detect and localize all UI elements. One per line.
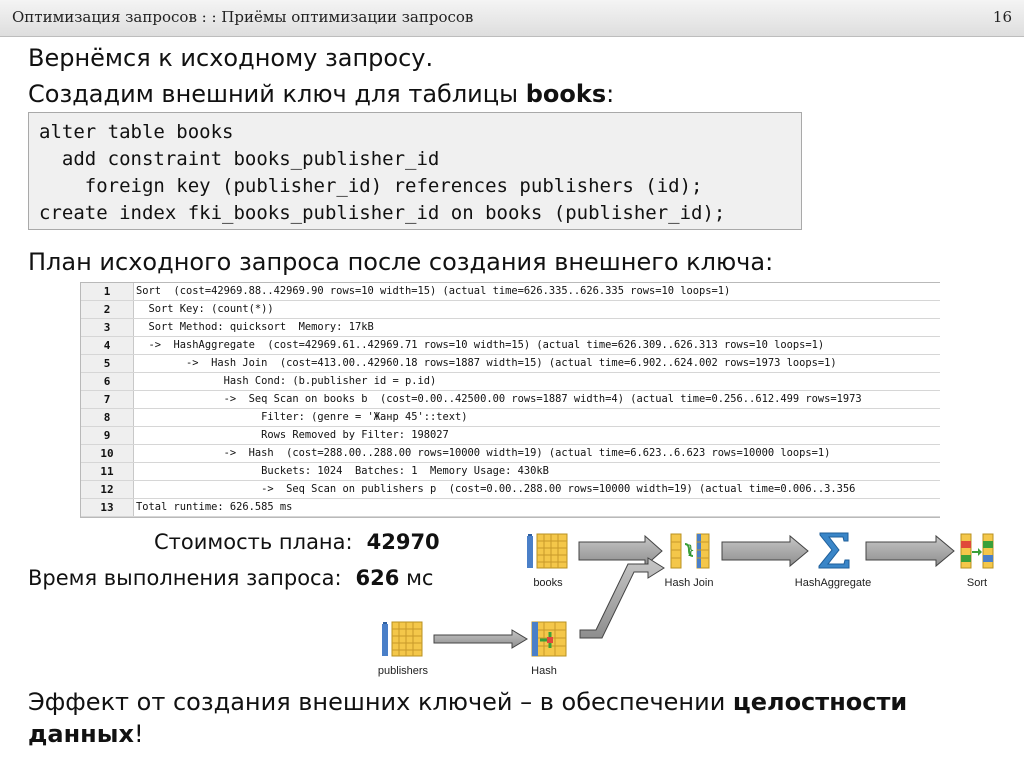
conclusion-text: Эффект от создания внешних ключей – в об… bbox=[28, 686, 1008, 750]
plan-diagram-arrows bbox=[433, 534, 955, 649]
hash-icon bbox=[531, 621, 567, 657]
node-label-books: books bbox=[533, 577, 563, 589]
hash-join-icon: } bbox=[670, 533, 710, 569]
sigma-icon bbox=[818, 532, 850, 569]
conclusion-prefix: Эффект от создания внешних ключей – в об… bbox=[28, 688, 733, 716]
node-label-hash-aggregate: HashAggregate bbox=[794, 577, 872, 589]
arrow-hash-to-hashjoin bbox=[579, 557, 665, 639]
arrow-publishers-to-hash bbox=[433, 629, 528, 649]
publishers-table-icon bbox=[382, 621, 423, 657]
node-label-publishers: publishers bbox=[377, 665, 429, 677]
node-label-hash-join: Hash Join bbox=[664, 577, 714, 589]
node-label-hash: Hash bbox=[531, 665, 557, 677]
arrow-hashaggregate-to-sort bbox=[865, 534, 955, 568]
conclusion-suffix: ! bbox=[133, 720, 144, 748]
svg-text:}: } bbox=[687, 543, 695, 557]
node-label-sort: Sort bbox=[966, 577, 988, 589]
sort-icon bbox=[960, 533, 994, 569]
arrow-hashjoin-to-hashaggregate bbox=[721, 534, 809, 568]
books-table-icon bbox=[527, 533, 568, 569]
